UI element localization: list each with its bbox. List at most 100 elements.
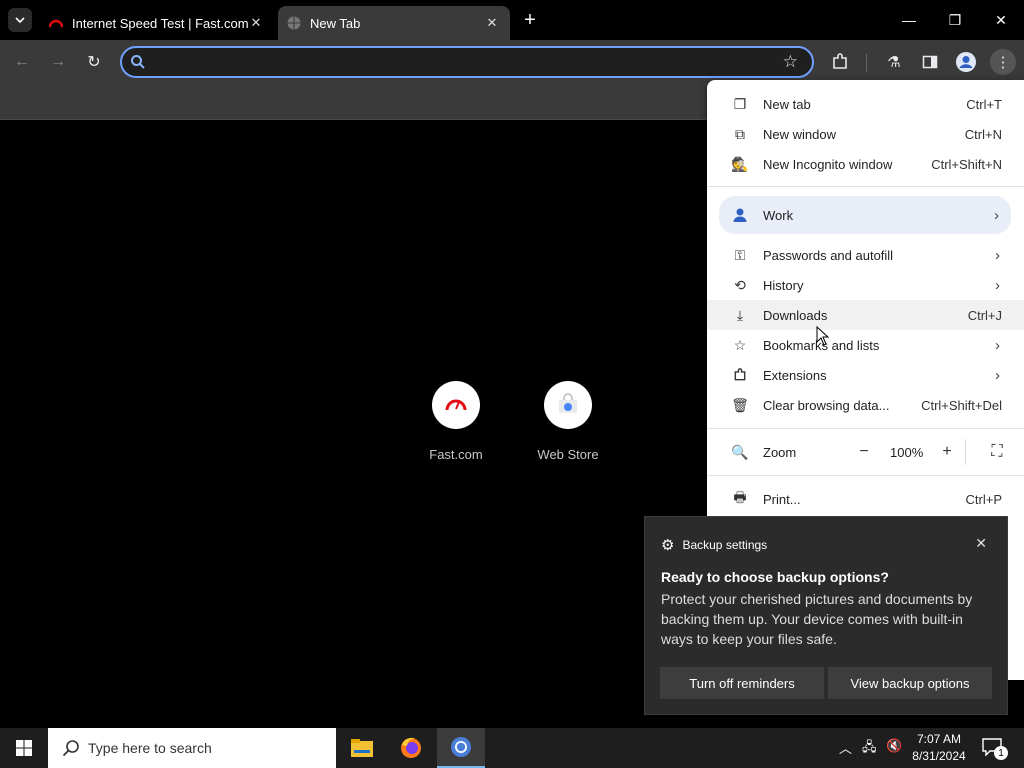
back-icon[interactable]: ←: [10, 50, 34, 74]
file-explorer-icon[interactable]: [338, 728, 386, 768]
shortcut-web-store[interactable]: Web Store: [528, 381, 608, 462]
close-icon[interactable]: ✕: [975, 535, 987, 552]
network-icon[interactable]: 🖧: [862, 738, 877, 760]
chevron-up-icon[interactable]: ︿: [839, 738, 852, 757]
menu-item-downloads[interactable]: ⤓ Downloads Ctrl+J: [707, 300, 1024, 330]
taskbar-search-placeholder: Type here to search: [88, 740, 212, 756]
menu-item-print[interactable]: 🖶 Print... Ctrl+P: [707, 484, 1024, 514]
download-icon: ⤓: [736, 306, 744, 323]
menu-shortcut: Ctrl+J: [967, 307, 1002, 323]
close-icon[interactable]: ✕: [248, 15, 264, 31]
search-icon: [131, 55, 145, 69]
taskbar-search-box[interactable]: Type here to search: [48, 728, 336, 768]
menu-divider: [707, 475, 1024, 476]
trash-icon: 🗑: [731, 396, 749, 413]
menu-item-label: Zoom: [763, 444, 797, 460]
tab-strip: Internet Speed Test | Fast.com ✕ New Tab…: [0, 0, 1024, 40]
menu-item-new-tab[interactable]: ❐ New tab Ctrl+T: [707, 89, 1024, 119]
backup-notification: ⚙ Backup settings ✕ Ready to choose back…: [644, 516, 1008, 715]
menu-divider: [707, 186, 1024, 187]
menu-item-passwords[interactable]: ⚿ Passwords and autofill ›: [707, 240, 1024, 270]
notification-title: Ready to choose backup options?: [661, 569, 889, 585]
minimize-icon[interactable]: —: [897, 8, 921, 32]
chrome-taskbar-icon[interactable]: [437, 728, 485, 768]
zoom-in-button[interactable]: +: [934, 439, 960, 465]
menu-item-label: New window: [763, 126, 836, 142]
reload-icon[interactable]: ↻: [82, 50, 106, 74]
chevron-right-icon: ›: [995, 276, 1000, 294]
menu-item-label: Downloads: [763, 307, 828, 323]
restore-icon[interactable]: ❐: [943, 8, 967, 32]
system-clock[interactable]: 7:07 AM 8/31/2024: [906, 731, 972, 765]
notification-count-badge: 1: [994, 746, 1008, 760]
notification-header: ⚙ Backup settings: [661, 536, 767, 554]
chevron-right-icon: ›: [994, 206, 999, 224]
star-icon: ☆: [733, 336, 747, 353]
menu-item-clear-data[interactable]: 🗑 Clear browsing data... Ctrl+Shift+Del: [707, 390, 1024, 420]
menu-item-extensions[interactable]: Extensions ›: [707, 360, 1024, 390]
extensions-icon[interactable]: [828, 50, 852, 74]
fast-icon: [48, 19, 64, 28]
close-icon[interactable]: ✕: [484, 15, 500, 31]
fast-icon: [432, 381, 480, 429]
menu-shortcut: Ctrl+N: [964, 126, 1002, 142]
omnibox[interactable]: ☆: [120, 46, 814, 78]
zoom-out-button[interactable]: −: [851, 439, 877, 465]
profile-avatar-icon[interactable]: [954, 50, 978, 74]
notification-body: Protect your cherished pictures and docu…: [661, 591, 973, 647]
menu-item-history[interactable]: ⟲ History ›: [707, 270, 1024, 300]
menu-item-label: History: [763, 277, 804, 293]
windows-start-icon[interactable]: [0, 728, 48, 768]
incognito-icon: 🕵: [731, 155, 749, 172]
menu-item-label: New Incognito window: [763, 156, 893, 172]
extensions-icon: [731, 366, 749, 384]
new-tab-button[interactable]: +: [518, 8, 542, 32]
shortcut-label: Fast.com: [429, 447, 483, 462]
address-input[interactable]: [158, 52, 758, 74]
fullscreen-icon[interactable]: ⛶: [984, 439, 1010, 465]
search-icon: [62, 740, 79, 757]
menu-divider: [965, 439, 966, 465]
zoom-level: 100%: [890, 444, 924, 460]
menu-shortcut: Ctrl+Shift+Del: [921, 397, 1002, 413]
labs-icon[interactable]: ⚗: [882, 50, 906, 74]
menu-item-label: Clear browsing data...: [763, 397, 890, 413]
side-panel-icon[interactable]: [918, 50, 942, 74]
person-icon: [731, 206, 749, 224]
shortcut-fast[interactable]: Fast.com: [416, 381, 496, 462]
menu-item-label: Print...: [763, 491, 801, 507]
chevron-down-icon: [15, 17, 25, 24]
tab-search-button[interactable]: [8, 8, 32, 32]
tab-title: Internet Speed Test | Fast.com: [72, 15, 249, 31]
tab-new-tab[interactable]: New Tab ✕: [278, 6, 510, 40]
chevron-right-icon: ›: [995, 336, 1000, 354]
more-vert-icon[interactable]: ⋮: [990, 49, 1016, 75]
turn-off-reminders-button[interactable]: Turn off reminders: [660, 667, 824, 699]
taskbar: Type here to search ︿ 🖧 🔇 7:07 AM 8/31/2…: [0, 728, 1024, 768]
menu-item-bookmarks[interactable]: ☆ Bookmarks and lists ›: [707, 330, 1024, 360]
menu-item-incognito[interactable]: 🕵 New Incognito window Ctrl+Shift+N: [707, 149, 1024, 179]
notification-center-icon[interactable]: 1: [982, 738, 1008, 760]
star-icon[interactable]: ☆: [783, 52, 798, 72]
menu-item-label: New tab: [763, 96, 811, 112]
volume-muted-icon[interactable]: 🔇: [886, 738, 902, 754]
chevron-right-icon: ›: [995, 366, 1000, 384]
print-icon: 🖶: [733, 489, 747, 505]
history-icon: ⟲: [734, 276, 746, 293]
forward-icon[interactable]: →: [46, 50, 70, 74]
shortcut-label: Web Store: [537, 447, 599, 462]
notification-app-name: Backup settings: [682, 538, 768, 552]
clock-date: 8/31/2024: [912, 749, 966, 763]
toolbar-divider: [866, 54, 867, 72]
close-window-icon[interactable]: ✕: [989, 8, 1013, 32]
menu-item-new-window[interactable]: ⧉ New window Ctrl+N: [707, 119, 1024, 149]
view-backup-options-button[interactable]: View backup options: [828, 667, 992, 699]
menu-shortcut: Ctrl+Shift+N: [931, 156, 1002, 172]
menu-item-label: Work: [763, 207, 794, 223]
chevron-right-icon: ›: [995, 246, 1000, 264]
firefox-icon[interactable]: [387, 728, 435, 768]
menu-item-profile-work[interactable]: Work ›: [719, 196, 1011, 234]
tab-title: New Tab: [310, 15, 361, 31]
mouse-cursor-icon: [816, 326, 830, 346]
tab-fast[interactable]: Internet Speed Test | Fast.com ✕: [40, 6, 274, 40]
